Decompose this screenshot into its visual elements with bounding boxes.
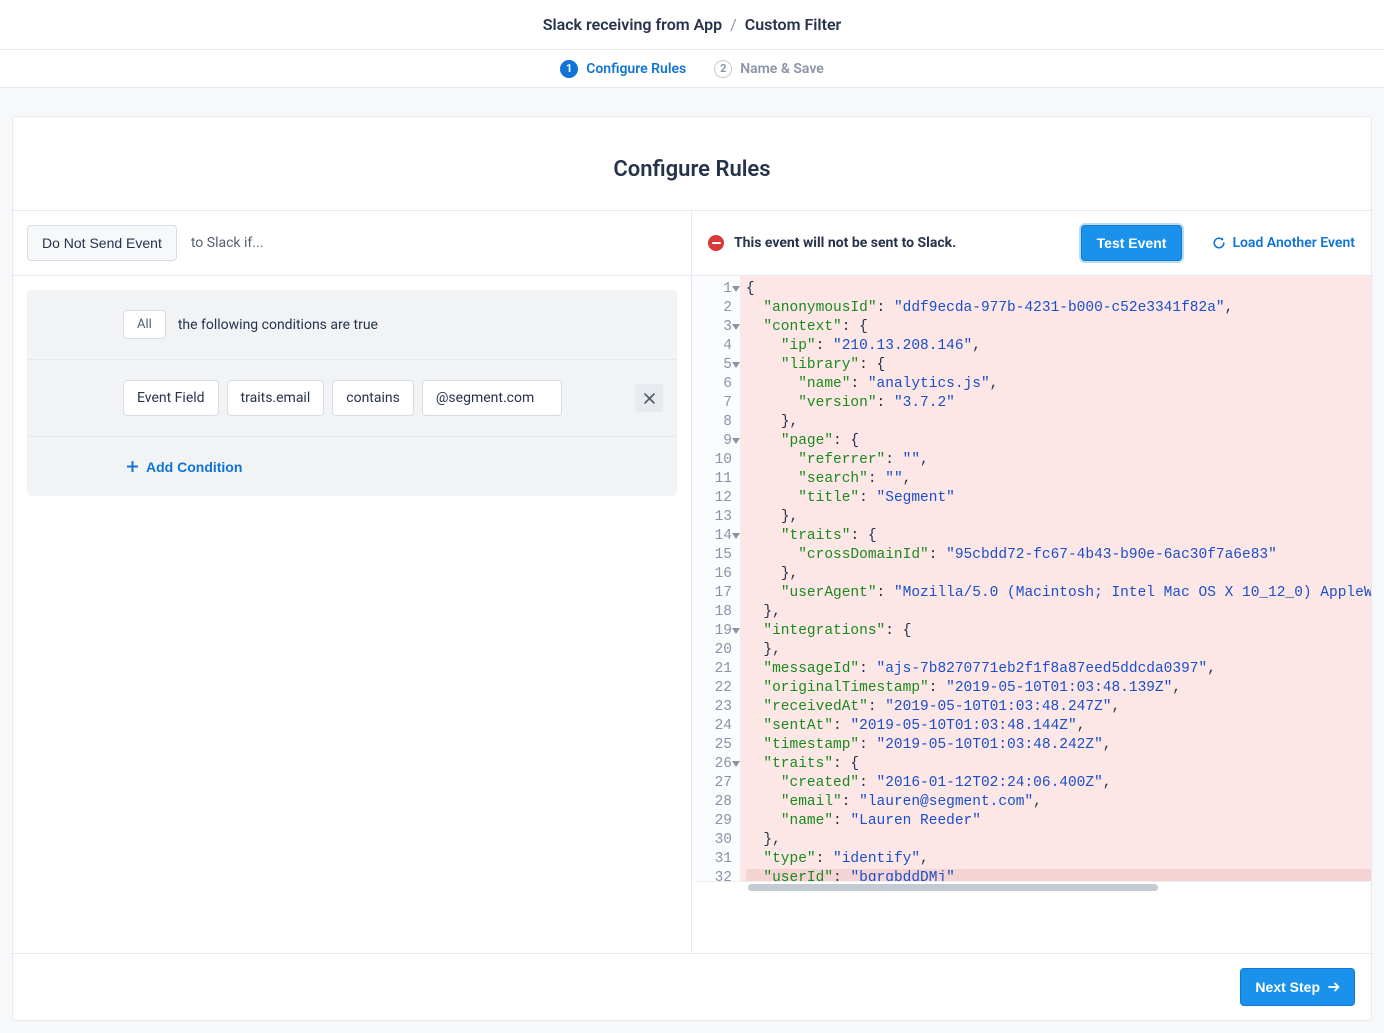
action-suffix: to Slack if... <box>191 235 263 251</box>
refresh-icon <box>1212 236 1226 250</box>
step-label: Configure Rules <box>586 61 686 77</box>
condition-row: Event Field traits.email contains <box>27 360 677 437</box>
next-step-label: Next Step <box>1255 979 1320 995</box>
test-status-text: This event will not be sent to Slack. <box>734 235 956 251</box>
rules-panel: Do Not Send Event to Slack if... All the… <box>13 211 692 953</box>
test-event-button[interactable]: Test Event <box>1081 225 1183 261</box>
condition-operator-dropdown[interactable]: contains <box>332 380 414 416</box>
line-gutter: 1234567891011121314151617181920212223242… <box>692 276 740 881</box>
breadcrumb-parent[interactable]: Slack receiving from App <box>543 15 722 34</box>
condition-type-dropdown[interactable]: Event Field <box>123 380 219 416</box>
plus-icon <box>127 461 138 472</box>
load-another-event-label: Load Another Event <box>1232 235 1355 251</box>
condition-path[interactable]: traits.email <box>227 380 325 416</box>
action-dropdown[interactable]: Do Not Send Event <box>27 225 177 261</box>
breadcrumb-current: Custom Filter <box>745 15 842 34</box>
step-name-save[interactable]: 2 Name & Save <box>714 60 824 78</box>
step-configure-rules[interactable]: 1 Configure Rules <box>560 60 686 78</box>
quantifier-dropdown[interactable]: All <box>123 310 166 339</box>
breadcrumb: Slack receiving from App / Custom Filter <box>0 0 1384 50</box>
blocked-icon <box>708 235 724 251</box>
step-number-2: 2 <box>714 60 732 78</box>
quantifier-suffix: the following conditions are true <box>178 317 378 333</box>
arrow-right-icon <box>1328 981 1340 993</box>
step-number-1: 1 <box>560 60 578 78</box>
step-label: Name & Save <box>740 61 824 77</box>
breadcrumb-sep: / <box>730 15 737 34</box>
scroll-thumb[interactable] <box>748 884 1158 891</box>
remove-condition-button[interactable] <box>635 384 663 412</box>
load-another-event-button[interactable]: Load Another Event <box>1212 235 1355 251</box>
horizontal-scrollbar[interactable] <box>696 881 1367 893</box>
close-icon <box>644 393 655 404</box>
condition-value-input[interactable] <box>422 380 562 416</box>
json-viewer: 1234567891011121314151617181920212223242… <box>692 276 1371 881</box>
wizard-steps: 1 Configure Rules 2 Name & Save <box>0 50 1384 88</box>
add-condition-button[interactable]: Add Condition <box>127 459 242 475</box>
next-step-button[interactable]: Next Step <box>1240 968 1355 1006</box>
test-panel: This event will not be sent to Slack. Te… <box>692 211 1371 953</box>
page-title: Configure Rules <box>13 117 1371 211</box>
code-body[interactable]: { "anonymousId": "ddf9ecda-977b-4231-b00… <box>740 276 1371 881</box>
add-condition-label: Add Condition <box>146 459 242 475</box>
